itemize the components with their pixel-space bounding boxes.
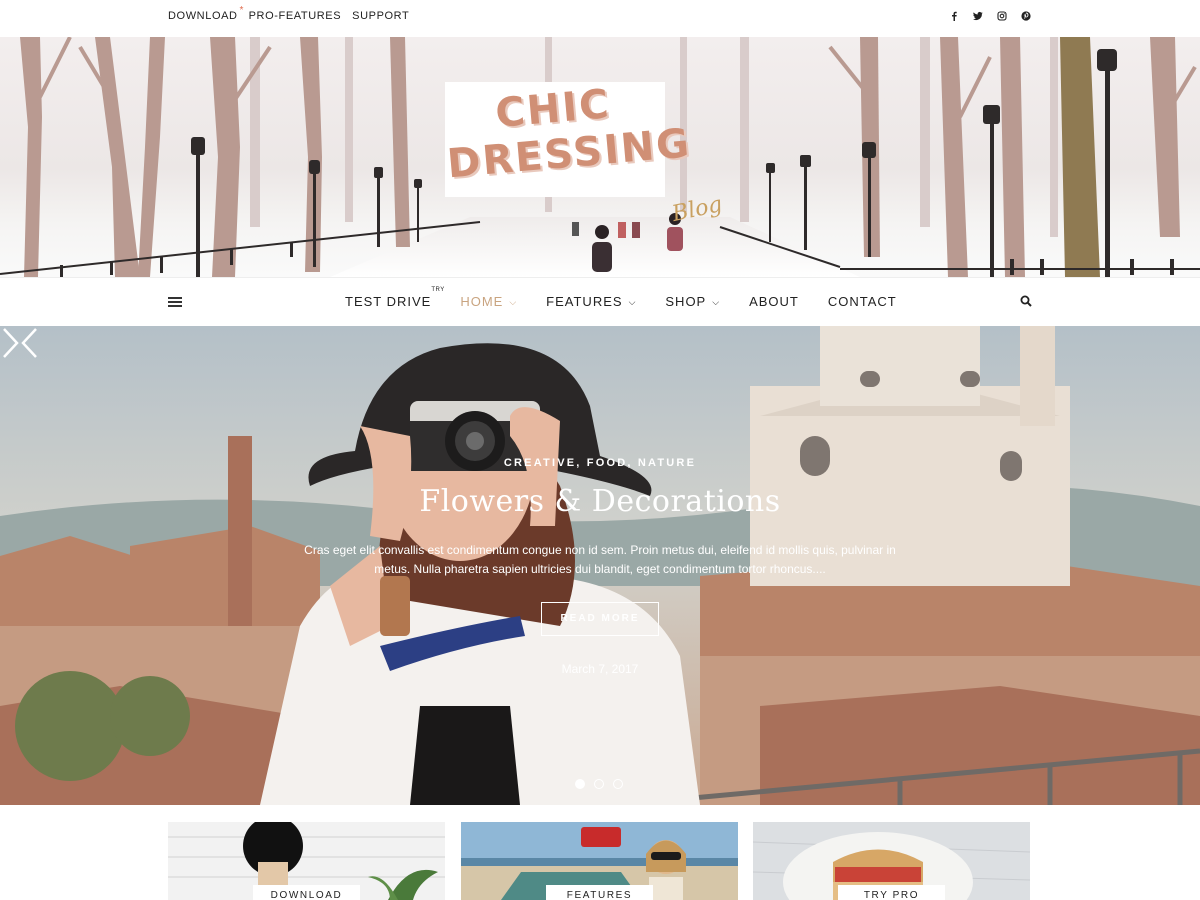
nav-item-label: HOME [460, 294, 504, 309]
nav-item-test-drive[interactable]: TEST DRIVE TRY [345, 287, 444, 309]
main-navigation: TEST DRIVE TRY HOME ⌵ FEATURES ⌵ SHOP ⌵ ABOU… [0, 277, 1200, 326]
hero-slider: CREATIVE, FOOD, NATURE Flowers & Decorat… [0, 326, 1200, 805]
slider-dot-2[interactable] [594, 779, 604, 789]
featured-label: FEATURES [546, 885, 653, 900]
main-menu: TEST DRIVE TRY HOME ⌵ FEATURES ⌵ SHOP ⌵ ABOU… [345, 287, 926, 309]
site-logo[interactable]: CHIC DRESSING [445, 81, 693, 197]
nav-item-about[interactable]: ABOUT [749, 294, 799, 309]
slider-next-arrow-icon[interactable] [0, 326, 20, 360]
site-header: CHIC DRESSING Blog [0, 37, 1200, 277]
chevron-down-icon: ⌵ [509, 297, 518, 307]
new-star-badge: * [239, 5, 244, 16]
top-bar: DOWNLOAD * PRO-FEATURES SUPPORT [0, 0, 1200, 37]
top-link-download[interactable]: DOWNLOAD * [168, 5, 243, 22]
search-icon[interactable] [1020, 295, 1032, 307]
featured-box-download[interactable]: DOWNLOAD [168, 822, 445, 900]
slide-date: March 7, 2017 [561, 662, 639, 676]
read-more-button[interactable]: READ MORE [541, 602, 659, 636]
pinterest-icon[interactable] [1020, 11, 1032, 24]
top-link-pro-features[interactable]: PRO-FEATURES [249, 10, 342, 22]
nav-item-label: CONTACT [827, 294, 897, 309]
slide-excerpt: Cras eget elit convallis est condimentum… [304, 543, 896, 576]
nav-item-label: SHOP [665, 294, 707, 309]
slider-dot-3[interactable] [613, 779, 623, 789]
chevron-down-icon: ⌵ [628, 297, 637, 307]
slide-categories[interactable]: CREATIVE, FOOD, NATURE [0, 457, 1200, 469]
nav-item-label: FEATURES [546, 294, 623, 309]
featured-links: DOWNLOAD FEATURES TRY PRO VERSION [168, 822, 1030, 900]
slider-prev-arrow-icon[interactable] [20, 326, 40, 360]
nav-item-contact[interactable]: CONTACT [828, 294, 897, 309]
slider-dots [575, 779, 623, 789]
nav-item-label: ABOUT [749, 294, 799, 309]
slider-dot-1[interactable] [575, 779, 585, 789]
nav-item-label: TEST DRIVE [345, 294, 432, 309]
featured-label: DOWNLOAD [253, 885, 360, 900]
chevron-down-icon: ⌵ [712, 297, 721, 307]
hamburger-menu-icon[interactable] [168, 297, 182, 307]
nav-item-home[interactable]: HOME ⌵ [460, 294, 517, 309]
logo-wordmark: CHIC DRESSING [441, 77, 692, 187]
featured-box-features[interactable]: FEATURES [461, 822, 738, 900]
try-badge: TRY [431, 287, 445, 293]
social-links [948, 11, 1032, 24]
instagram-icon[interactable] [996, 11, 1008, 24]
facebook-icon[interactable] [948, 11, 960, 24]
top-link-support[interactable]: SUPPORT [352, 10, 409, 22]
twitter-icon[interactable] [972, 11, 984, 24]
featured-label: TRY PRO VERSION [838, 885, 945, 900]
top-links: DOWNLOAD * PRO-FEATURES SUPPORT [168, 5, 409, 22]
top-link-download-label: DOWNLOAD [168, 10, 238, 22]
slide-title[interactable]: Flowers & Decorations [0, 484, 1200, 519]
featured-box-try-pro[interactable]: TRY PRO VERSION [753, 822, 1030, 900]
nav-item-features[interactable]: FEATURES ⌵ [546, 294, 636, 309]
nav-item-shop[interactable]: SHOP ⌵ [665, 294, 720, 309]
